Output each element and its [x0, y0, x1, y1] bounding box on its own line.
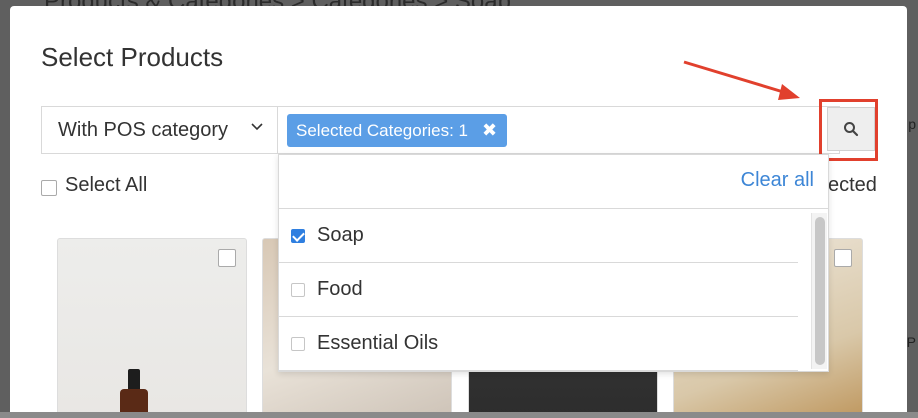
select-all[interactable]: Select All [41, 174, 147, 197]
select-all-checkbox[interactable] [41, 179, 57, 196]
annotation-arrow [683, 60, 800, 100]
category-option-soap[interactable]: Soap [279, 209, 798, 263]
remove-tag-icon[interactable]: ✖ [482, 120, 497, 141]
dropdown-scrollbar[interactable] [811, 213, 827, 369]
scrollbar-thumb[interactable] [815, 217, 825, 365]
product-card[interactable] [57, 238, 247, 418]
bottom-edge [0, 412, 918, 418]
category-mode-label: With POS category [58, 118, 229, 141]
selected-count-text: ected [828, 174, 877, 196]
clear-all-link[interactable]: Clear all [741, 169, 814, 192]
product-checkbox[interactable] [834, 249, 852, 267]
category-dropdown: Clear all Soap Food Essential Oils [278, 154, 829, 372]
category-option-essential-oils[interactable]: Essential Oils [279, 317, 798, 371]
tag-label: Selected Categories: 1 [296, 120, 468, 140]
select-all-label: Select All [65, 174, 148, 196]
modal-title: Select Products [41, 42, 224, 72]
selected-categories-tag[interactable]: Selected Categories: 1 ✖ [287, 114, 508, 147]
product-image [120, 369, 148, 418]
product-checkbox[interactable] [218, 249, 236, 267]
chevron-down-icon [251, 120, 263, 137]
category-option-food[interactable]: Food [279, 263, 798, 317]
category-list: Soap Food Essential Oils [279, 209, 798, 371]
category-label: Food [317, 278, 363, 300]
background-text: P [906, 334, 916, 350]
category-label: Essential Oils [317, 332, 439, 354]
category-mode-select[interactable]: With POS category [42, 107, 278, 153]
filter-bar: With POS category Selected Categories: 1… [41, 106, 840, 154]
category-label: Soap [317, 224, 364, 246]
dropdown-header: Clear all [279, 155, 828, 209]
annotation-highlight-box [819, 99, 878, 161]
category-checkbox[interactable] [291, 228, 305, 243]
select-products-modal: Select Products With POS category Select… [10, 6, 907, 418]
background-text: p [908, 116, 916, 132]
category-checkbox[interactable] [291, 282, 305, 297]
category-checkbox[interactable] [291, 336, 305, 351]
